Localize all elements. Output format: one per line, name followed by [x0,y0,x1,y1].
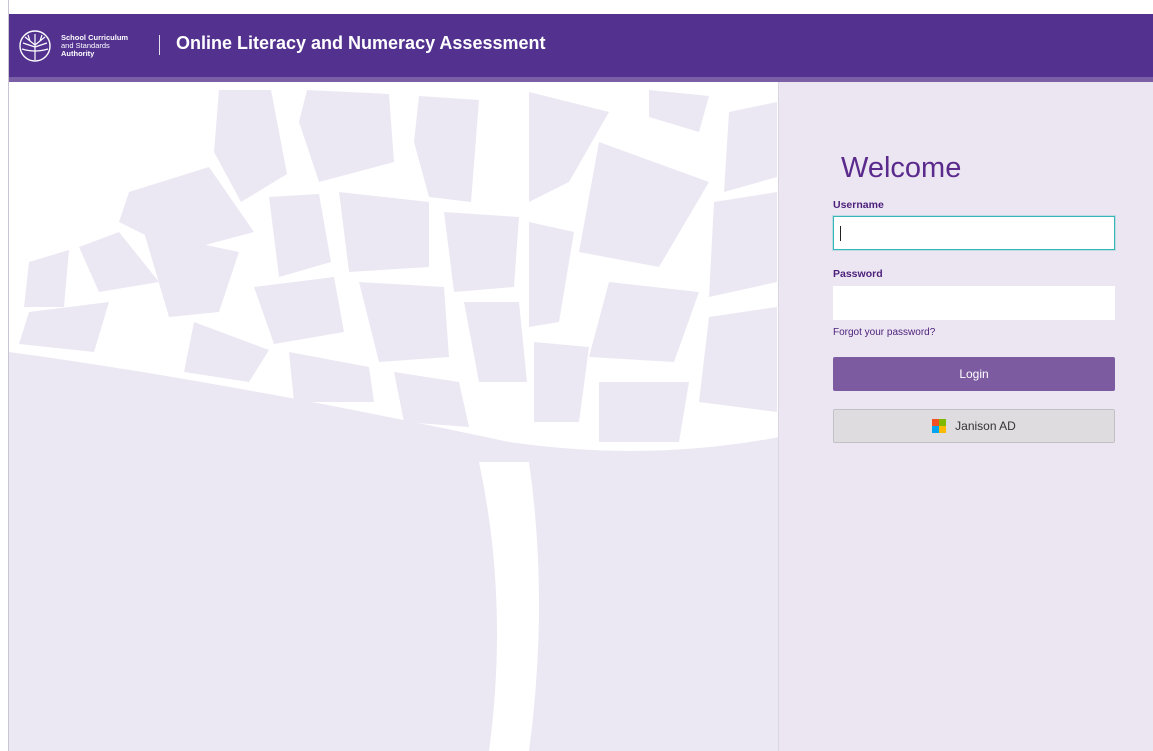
text-caret [840,226,841,241]
login-panel: Welcome Username Password Forgot your pa… [779,82,1153,751]
scsa-tree-logo-icon [19,30,51,62]
tree-watermark [9,82,778,751]
welcome-heading: Welcome [841,152,962,184]
microsoft-logo-icon [932,419,947,433]
janison-ad-button-label: Janison AD [955,419,1016,433]
app-title: Online Literacy and Numeracy Assessment [176,33,546,53]
tree-watermark-panel [9,82,779,751]
logo-text: School Curriculum and Standards Authorit… [61,34,128,58]
app-window: School Curriculum and Standards Authorit… [8,0,1153,751]
username-label: Username [833,199,884,211]
password-input[interactable] [833,286,1115,320]
janison-ad-button[interactable]: Janison AD [833,409,1115,443]
password-label: Password [833,268,883,280]
scsa-logo[interactable]: School Curriculum and Standards Authorit… [13,29,153,63]
logo-line-3: Authority [61,49,95,58]
login-button-label: Login [959,367,989,381]
forgot-password-link[interactable]: Forgot your password? [833,327,935,338]
username-input[interactable] [833,216,1115,250]
login-button[interactable]: Login [833,357,1115,391]
header-divider [159,35,160,55]
top-header: School Curriculum and Standards Authorit… [9,14,1153,82]
